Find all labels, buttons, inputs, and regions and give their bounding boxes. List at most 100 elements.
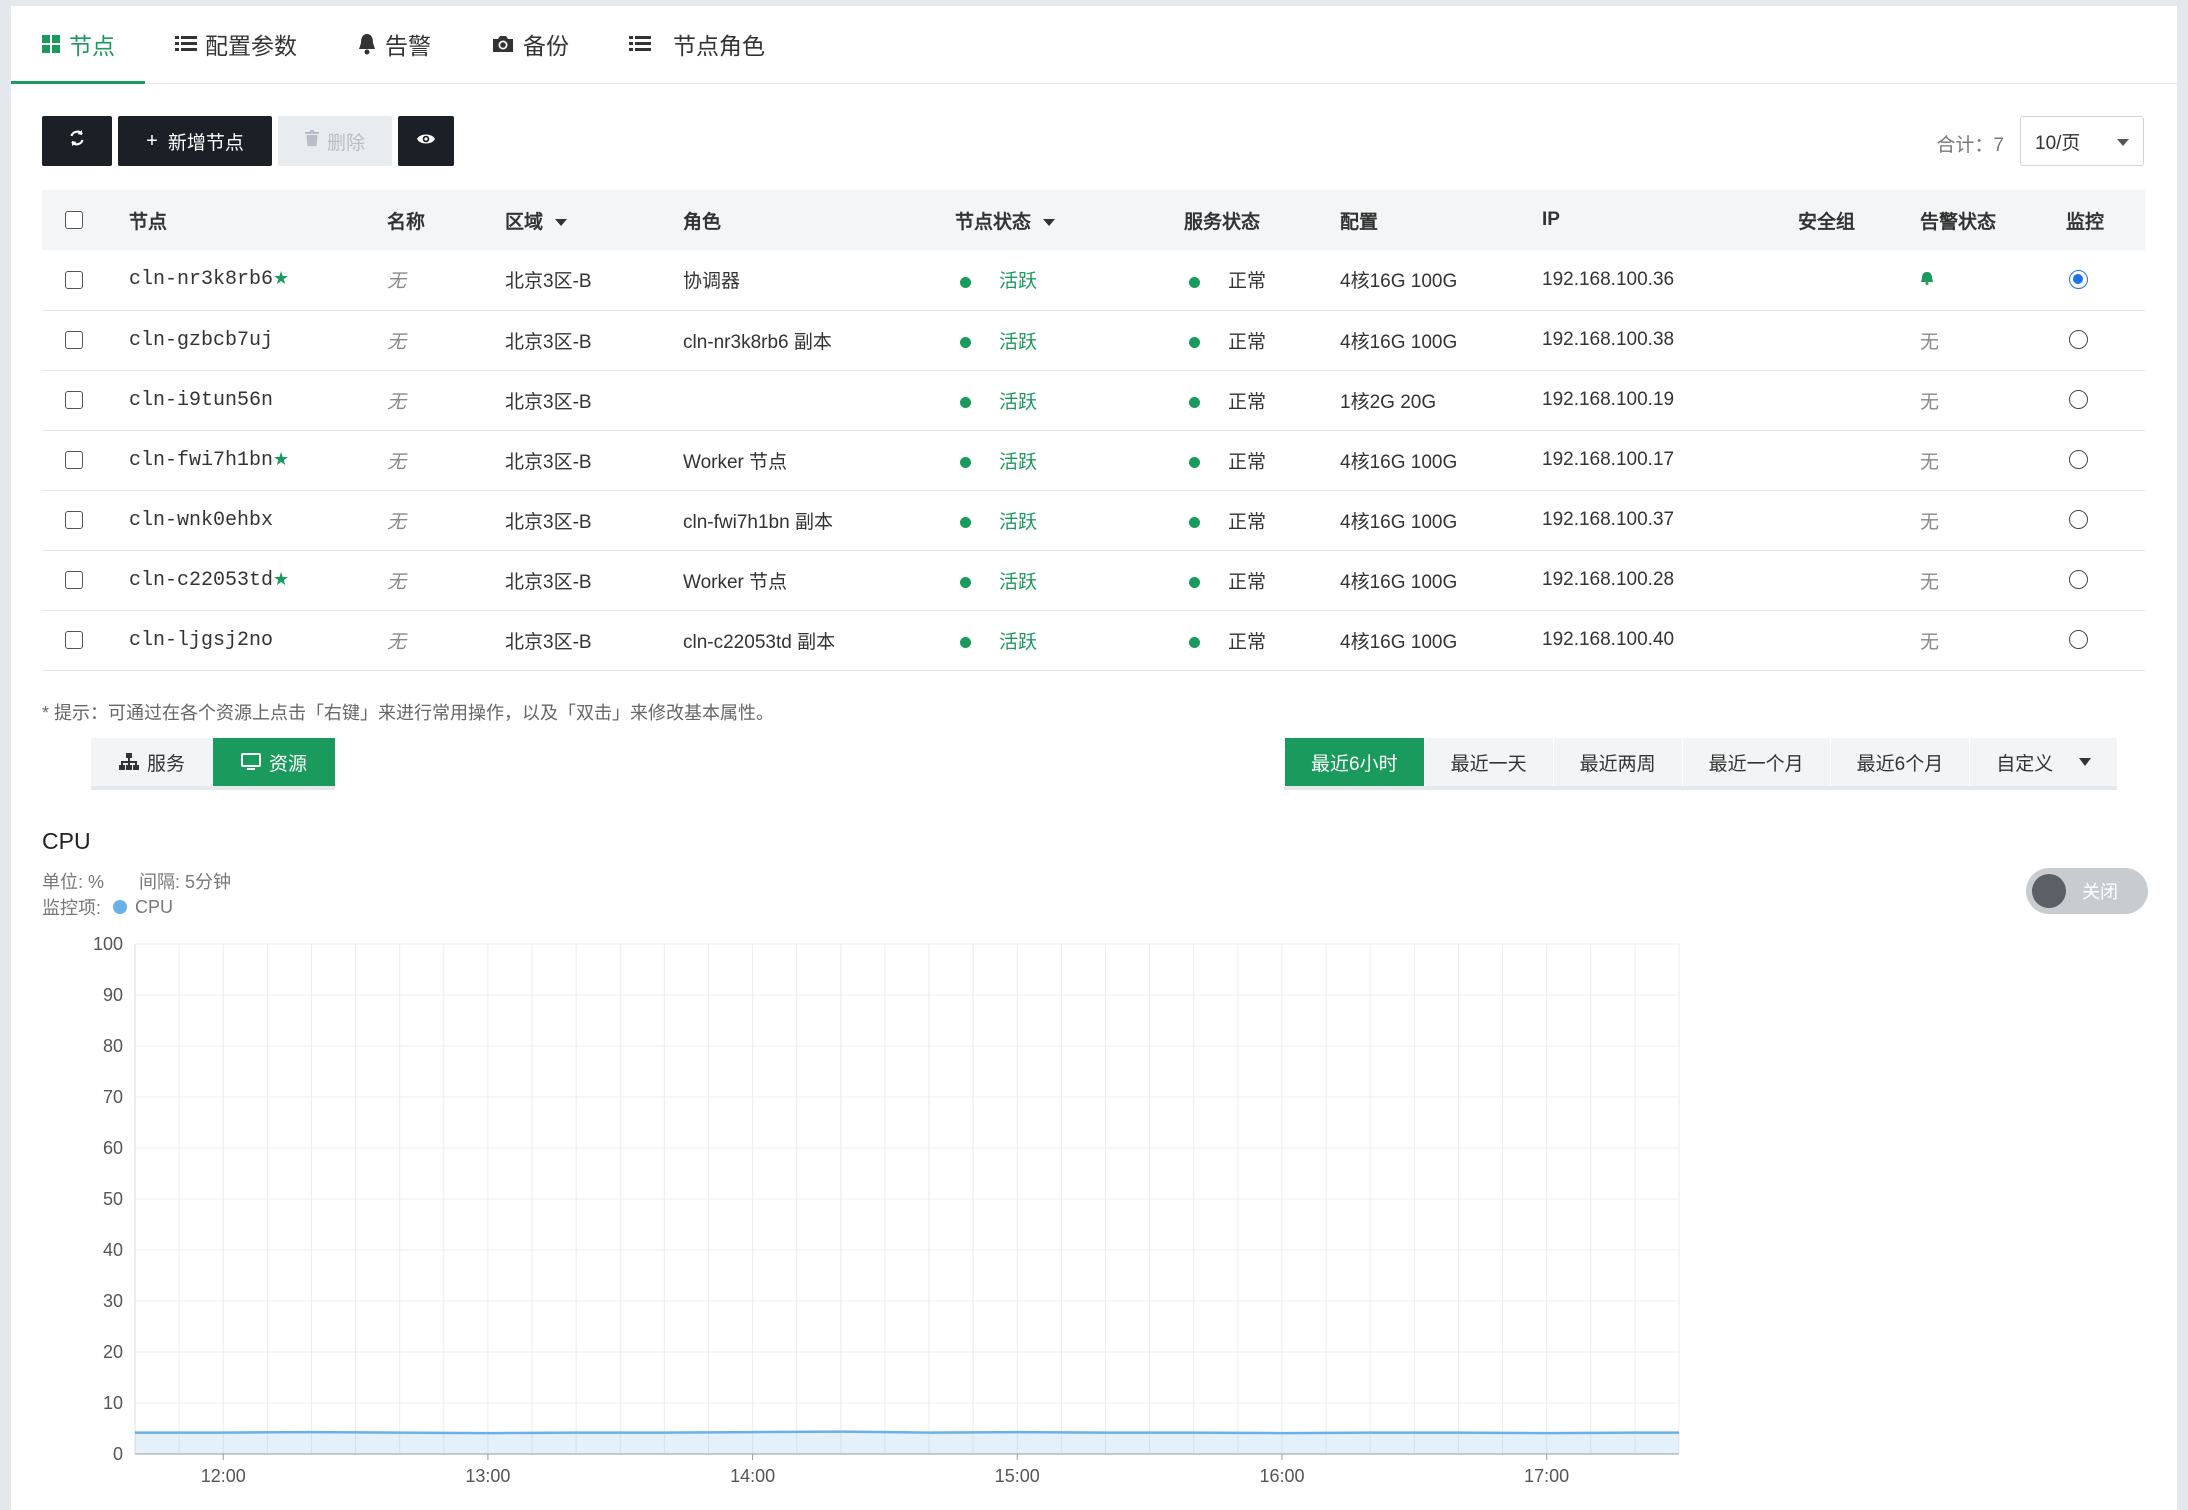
tab-nodes[interactable]: 节点 <box>11 6 145 84</box>
table-header-row: 节点 名称 区域 角色 节点状态 服务状态 配置 IP 安全组 告警状态 监控 <box>42 190 2145 250</box>
view-button[interactable] <box>398 116 454 166</box>
alarm-status-text: 无 <box>1920 391 1940 413</box>
table-row[interactable]: cln-wnk0ehbx 无 北京3区-B cln-fwi7h1bn 副本 活跃 正常 4核… <box>42 490 2145 551</box>
table-row[interactable]: cln-c22053td★ 无北京3区-B Worker 节点 活跃 正常 4核16G 1… <box>42 550 2145 611</box>
node-id[interactable]: cln-gzbcb7uj <box>129 329 273 352</box>
trash-icon <box>304 130 319 152</box>
monitor-radio[interactable] <box>2069 270 2088 290</box>
node-id-cell[interactable]: cln-i9tun56n <box>129 370 387 431</box>
node-id[interactable]: cln-i9tun56n <box>129 389 273 412</box>
col-role[interactable]: 角色 <box>683 190 955 250</box>
node-status: 活跃 <box>999 451 1038 473</box>
range-2w[interactable]: 最近两周 <box>1552 738 1682 786</box>
delete-label: 删除 <box>326 132 365 154</box>
monitor-toggle[interactable]: 关闭 <box>2026 868 2148 914</box>
refresh-button[interactable] <box>42 116 112 166</box>
col-name[interactable]: 名称 <box>387 190 505 250</box>
alarm-cell: 无 <box>1920 430 2066 491</box>
row-select-cell <box>42 490 129 551</box>
node-id[interactable]: cln-c22053td <box>129 569 273 592</box>
config-cell: 4核16G 100G <box>1340 430 1542 491</box>
chart-legend: 监控项: CPU <box>42 894 173 920</box>
monitor-radio[interactable] <box>2069 510 2088 530</box>
service-status-cell: 正常 <box>1184 430 1340 491</box>
table-row[interactable]: cln-nr3k8rb6★ 无北京3区-B 协调器 活跃 正常 4核16G 100G 192… <box>42 250 2145 311</box>
table-row[interactable]: cln-gzbcb7uj 无 北京3区-B cln-nr3k8rb6 副本 活跃 正常 4核… <box>42 310 2145 371</box>
col-node[interactable]: 节点 <box>129 190 387 250</box>
monitor-radio[interactable] <box>2069 450 2088 470</box>
tab-backup[interactable]: 备份 <box>461 6 599 83</box>
node-id-cell[interactable]: cln-ljgsj2no <box>129 610 387 671</box>
node-id-cell[interactable]: cln-nr3k8rb6★ <box>129 250 387 311</box>
range-6h[interactable]: 最近6小时 <box>1284 738 1424 786</box>
table-row[interactable]: cln-i9tun56n 无 北京3区-B 活跃 正常 1核2G 20G 192.168.1… <box>42 370 2145 431</box>
subtab-resource[interactable]: 资源 <box>213 738 336 786</box>
table-row[interactable]: cln-ljgsj2no 无 北京3区-B cln-c22053td 副本 活跃 正常 4核… <box>42 610 2145 671</box>
node-id[interactable]: cln-fwi7h1bn <box>129 449 273 472</box>
node-id-cell[interactable]: cln-fwi7h1bn★ <box>129 430 387 491</box>
bell-icon <box>357 33 377 55</box>
toggle-label: 关闭 <box>2082 882 2118 902</box>
role-cell <box>683 370 955 431</box>
table-row[interactable]: cln-fwi7h1bn★ 无北京3区-B Worker 节点 活跃 正常 4核16G 1… <box>42 430 2145 491</box>
col-node-status[interactable]: 节点状态 <box>955 190 1184 250</box>
monitor-radio[interactable] <box>2069 570 2088 590</box>
col-alarm-status[interactable]: 告警状态 <box>1920 190 2066 250</box>
range-6m[interactable]: 最近6个月 <box>1829 738 1970 786</box>
monitor-radio[interactable] <box>2069 330 2088 350</box>
monitor-radio[interactable] <box>2069 630 2088 650</box>
filter-caret-icon[interactable] <box>1043 218 1056 226</box>
select-all-checkbox[interactable] <box>65 210 83 229</box>
col-ip[interactable]: IP <box>1542 190 1798 250</box>
node-id-cell[interactable]: cln-c22053td★ <box>129 550 387 611</box>
tab-node-roles[interactable]: 节点角色 <box>599 6 795 83</box>
tab-config-params[interactable]: 配置参数 <box>145 6 327 83</box>
col-monitor[interactable]: 监控 <box>2066 190 2145 250</box>
per-page-select[interactable]: 10/页 <box>2020 116 2144 166</box>
y-tick-label: 100 <box>93 934 123 954</box>
ip-cell: 192.168.100.36 <box>1542 250 1798 311</box>
row-checkbox[interactable] <box>65 510 83 529</box>
star-icon: ★ <box>273 268 290 289</box>
y-tick-label: 60 <box>103 1138 123 1158</box>
monitor-cell <box>2066 250 2145 311</box>
col-service-status[interactable]: 服务状态 <box>1184 190 1340 250</box>
y-tick-label: 10 <box>103 1393 123 1413</box>
alarm-ok-icon <box>1920 269 1934 290</box>
grid-icon <box>41 34 61 54</box>
subtab-service[interactable]: 服务 <box>91 738 214 786</box>
node-id[interactable]: cln-wnk0ehbx <box>129 509 273 532</box>
col-config[interactable]: 配置 <box>1340 190 1542 250</box>
series-line <box>135 1430 1679 1435</box>
col-zone[interactable]: 区域 <box>505 190 683 250</box>
tab-alarms[interactable]: 告警 <box>327 6 461 83</box>
node-id[interactable]: cln-nr3k8rb6 <box>129 268 273 291</box>
eye-icon <box>416 130 436 152</box>
node-id[interactable]: cln-ljgsj2no <box>129 629 273 652</box>
status-dot <box>960 276 971 288</box>
delete-button[interactable]: 删除 <box>278 116 392 166</box>
tab-label: 备份 <box>523 33 569 59</box>
row-checkbox[interactable] <box>65 330 83 349</box>
range-1d[interactable]: 最近一天 <box>1423 738 1553 786</box>
status-dot <box>960 396 971 408</box>
node-name: 无 <box>387 571 407 593</box>
status-dot <box>1189 276 1200 288</box>
row-checkbox[interactable] <box>65 390 83 409</box>
monitor-radio[interactable] <box>2069 390 2088 410</box>
range-custom[interactable]: 自定义 <box>1969 738 2118 786</box>
tab-label: 告警 <box>385 33 431 59</box>
monitor-cell <box>2066 310 2145 371</box>
row-checkbox[interactable] <box>65 570 83 589</box>
add-node-button[interactable]: + 新增节点 <box>118 116 272 166</box>
row-checkbox[interactable] <box>65 270 83 289</box>
service-status: 正常 <box>1228 331 1267 353</box>
row-checkbox[interactable] <box>65 630 83 649</box>
node-id-cell[interactable]: cln-wnk0ehbx <box>129 490 387 551</box>
node-id-cell[interactable]: cln-gzbcb7uj <box>129 310 387 371</box>
range-1m[interactable]: 最近一个月 <box>1681 738 1830 786</box>
col-security-group[interactable]: 安全组 <box>1798 190 1920 250</box>
alarm-cell: 无 <box>1920 610 2066 671</box>
filter-caret-icon[interactable] <box>555 218 568 226</box>
row-checkbox[interactable] <box>65 450 83 469</box>
